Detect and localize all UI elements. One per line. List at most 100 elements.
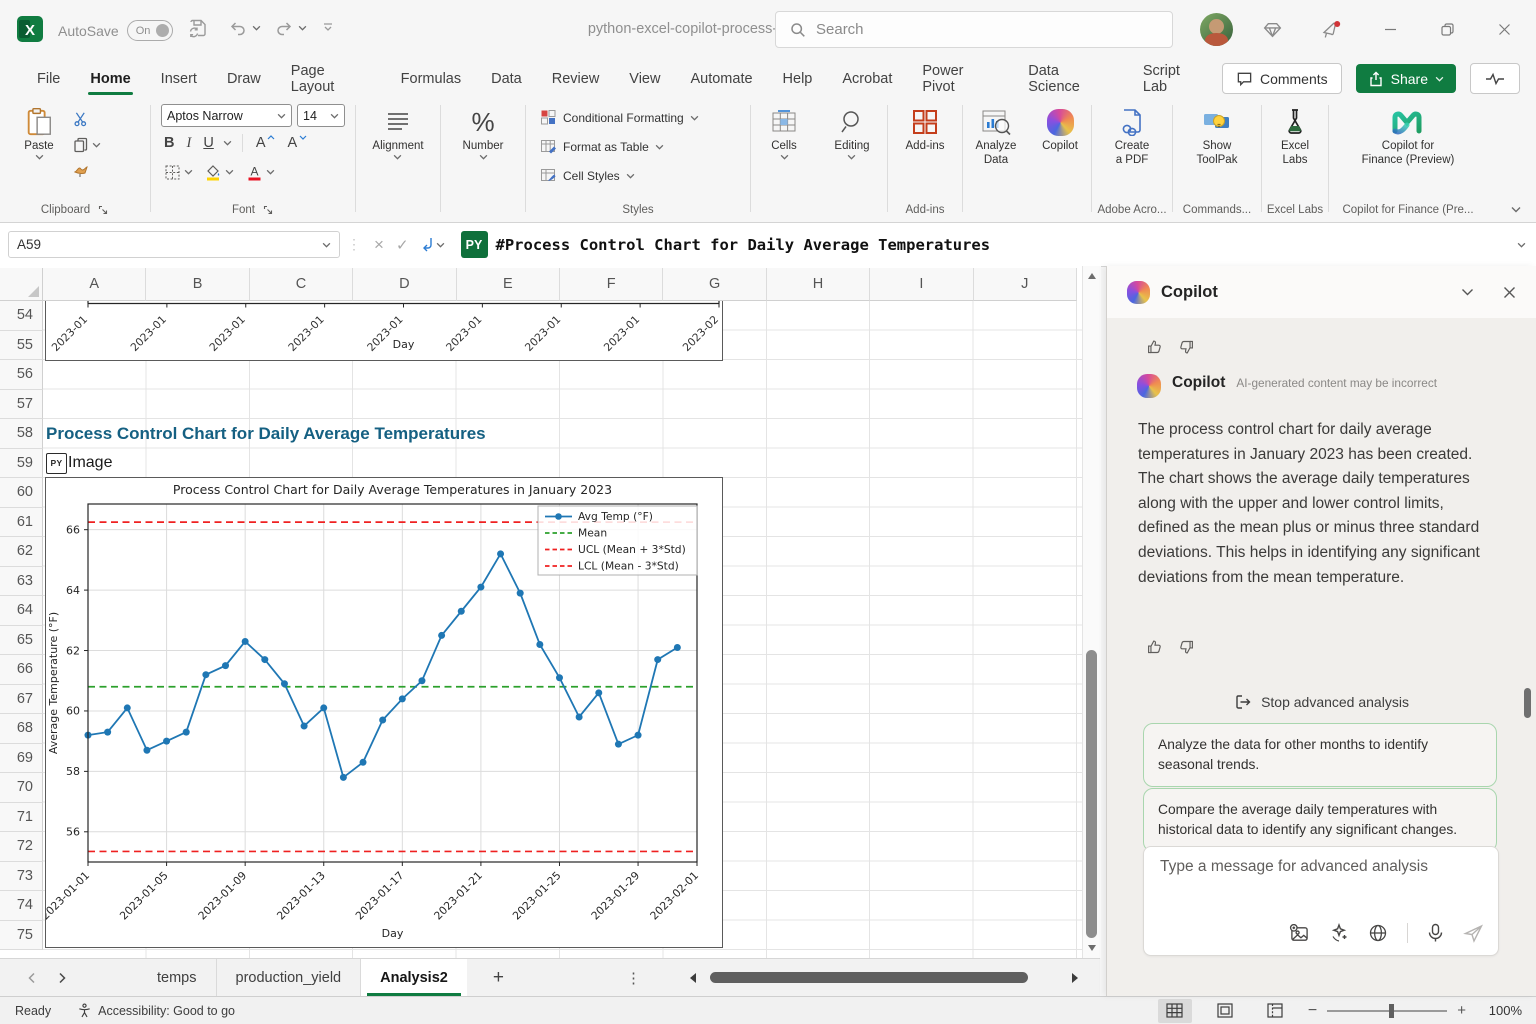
row-header-57[interactable]: 57 xyxy=(0,390,43,420)
underline-button[interactable]: U xyxy=(200,135,216,151)
cell-styles-button[interactable]: Cell Styles xyxy=(540,162,635,189)
expand-formula-bar-icon[interactable] xyxy=(1517,242,1526,248)
row-header-67[interactable]: 67 xyxy=(0,685,43,715)
zoom-thumb[interactable] xyxy=(1389,1004,1394,1018)
zoom-slider[interactable]: − + xyxy=(1308,1002,1466,1020)
suggestion-chip-2[interactable]: Compare the average daily temperatures w… xyxy=(1143,788,1497,852)
increase-font-button[interactable]: A xyxy=(253,135,279,151)
comments-button[interactable]: Comments xyxy=(1222,63,1342,94)
addins-button[interactable]: Add-ins xyxy=(900,104,951,155)
menu-tab-data-science[interactable]: Data Science xyxy=(1013,60,1128,97)
restore-button[interactable] xyxy=(1424,0,1470,58)
copilot-finance-button[interactable]: Copilot forFinance (Preview) xyxy=(1356,104,1461,169)
row-header-60[interactable]: 60 xyxy=(0,478,43,508)
scroll-down-icon[interactable] xyxy=(1088,945,1096,951)
copilot-message-input[interactable] xyxy=(1158,857,1482,877)
menu-tab-review[interactable]: Review xyxy=(537,60,615,97)
italic-button[interactable]: I xyxy=(183,135,194,152)
prompt-sparkle-icon[interactable] xyxy=(1329,923,1349,943)
add-image-icon[interactable] xyxy=(1289,924,1310,943)
menu-tab-formulas[interactable]: Formulas xyxy=(386,60,476,97)
scroll-up-icon[interactable] xyxy=(1088,273,1096,279)
close-icon[interactable] xyxy=(1481,0,1527,58)
collapse-ribbon-icon[interactable] xyxy=(1510,206,1522,214)
row-header-62[interactable]: 62 xyxy=(0,537,43,567)
cancel-entry-icon[interactable]: × xyxy=(374,235,384,255)
menu-tab-view[interactable]: View xyxy=(614,60,675,97)
analyze-data-button[interactable]: AnalyzeData xyxy=(970,104,1023,169)
send-icon[interactable] xyxy=(1463,923,1484,943)
menu-tab-home[interactable]: Home xyxy=(75,60,145,97)
column-header-B[interactable]: B xyxy=(146,268,249,301)
menu-tab-draw[interactable]: Draw xyxy=(212,60,276,97)
menu-tab-acrobat[interactable]: Acrobat xyxy=(827,60,907,97)
normal-view-button[interactable] xyxy=(1158,999,1192,1023)
column-header-D[interactable]: D xyxy=(353,268,456,301)
sheet-nav-right-icon[interactable] xyxy=(47,959,78,996)
suggestion-chip-1[interactable]: Analyze the data for other months to ide… xyxy=(1143,723,1497,787)
column-header-C[interactable]: C xyxy=(250,268,353,301)
font-dialog-launcher-icon[interactable] xyxy=(263,205,274,216)
vertical-scrollbar[interactable] xyxy=(1082,266,1101,958)
row-header-64[interactable]: 64 xyxy=(0,596,43,626)
insert-python-icon[interactable] xyxy=(421,237,445,252)
zoom-in-icon[interactable]: + xyxy=(1457,1002,1466,1019)
menu-tab-page-layout[interactable]: Page Layout xyxy=(276,60,386,97)
menu-tab-help[interactable]: Help xyxy=(768,60,828,97)
row-header-61[interactable]: 61 xyxy=(0,508,43,538)
sheet-more-icon[interactable]: ⋮ xyxy=(626,959,642,996)
column-header-I[interactable]: I xyxy=(870,268,973,301)
cell-a59[interactable]: PY Image xyxy=(46,449,112,478)
thumbs-up-icon[interactable] xyxy=(1146,638,1164,656)
whats-new-megaphone-icon[interactable] xyxy=(1320,19,1342,41)
previous-chart-image[interactable]: 2023-012023-012023-012023-012023-012023-… xyxy=(45,301,723,361)
sheet-tab-temps[interactable]: temps xyxy=(138,959,217,996)
borders-button[interactable] xyxy=(161,161,196,184)
number-button[interactable]: % Number xyxy=(457,104,510,162)
column-header-J[interactable]: J xyxy=(974,268,1077,301)
row-header-65[interactable]: 65 xyxy=(0,626,43,656)
sheet-tab-analysis2[interactable]: Analysis2 xyxy=(361,959,467,996)
row-header-69[interactable]: 69 xyxy=(0,744,43,774)
activity-button[interactable] xyxy=(1470,63,1520,94)
row-header-74[interactable]: 74 xyxy=(0,891,43,921)
bold-button[interactable]: B xyxy=(161,135,177,151)
column-header-E[interactable]: E xyxy=(457,268,560,301)
select-all-corner[interactable] xyxy=(0,268,43,301)
menu-tab-script-lab[interactable]: Script Lab xyxy=(1128,60,1222,97)
globe-icon[interactable] xyxy=(1368,923,1388,943)
create-pdf-button[interactable]: Createa PDF xyxy=(1109,104,1156,169)
share-button[interactable]: Share xyxy=(1356,64,1456,93)
diamond-icon[interactable] xyxy=(1262,19,1283,40)
copy-button[interactable] xyxy=(70,134,104,156)
paste-button[interactable]: Paste xyxy=(18,104,60,162)
add-sheet-button[interactable]: + xyxy=(467,959,530,996)
menu-tab-insert[interactable]: Insert xyxy=(146,60,212,97)
fill-color-button[interactable] xyxy=(202,161,237,184)
column-header-F[interactable]: F xyxy=(560,268,663,301)
format-as-table-button[interactable]: Format as Table xyxy=(540,133,664,160)
row-header-56[interactable]: 56 xyxy=(0,360,43,390)
row-header-68[interactable]: 68 xyxy=(0,714,43,744)
row-header-63[interactable]: 63 xyxy=(0,567,43,597)
column-header-H[interactable]: H xyxy=(767,268,870,301)
row-header-59[interactable]: 59 xyxy=(0,449,43,479)
editing-button[interactable]: Editing xyxy=(828,104,875,162)
user-avatar[interactable] xyxy=(1200,13,1233,46)
row-header-73[interactable]: 73 xyxy=(0,862,43,892)
sheet-tab-production_yield[interactable]: production_yield xyxy=(217,959,362,996)
column-header-A[interactable]: A xyxy=(43,268,146,301)
row-header-70[interactable]: 70 xyxy=(0,773,43,803)
horizontal-scroll-thumb[interactable] xyxy=(710,972,1028,983)
decrease-font-button[interactable]: A xyxy=(284,135,310,151)
row-header-71[interactable]: 71 xyxy=(0,803,43,833)
menu-tab-automate[interactable]: Automate xyxy=(675,60,767,97)
copilot-input-card[interactable] xyxy=(1143,846,1499,956)
undo-button[interactable] xyxy=(228,18,261,38)
save-icon[interactable] xyxy=(188,18,208,38)
copilot-close-icon[interactable] xyxy=(1503,286,1516,299)
horizontal-scrollbar[interactable] xyxy=(690,970,1086,985)
confirm-entry-icon[interactable]: ✓ xyxy=(396,236,409,254)
alignment-button[interactable]: Alignment xyxy=(366,104,429,162)
row-header-54[interactable]: 54 xyxy=(0,301,43,331)
